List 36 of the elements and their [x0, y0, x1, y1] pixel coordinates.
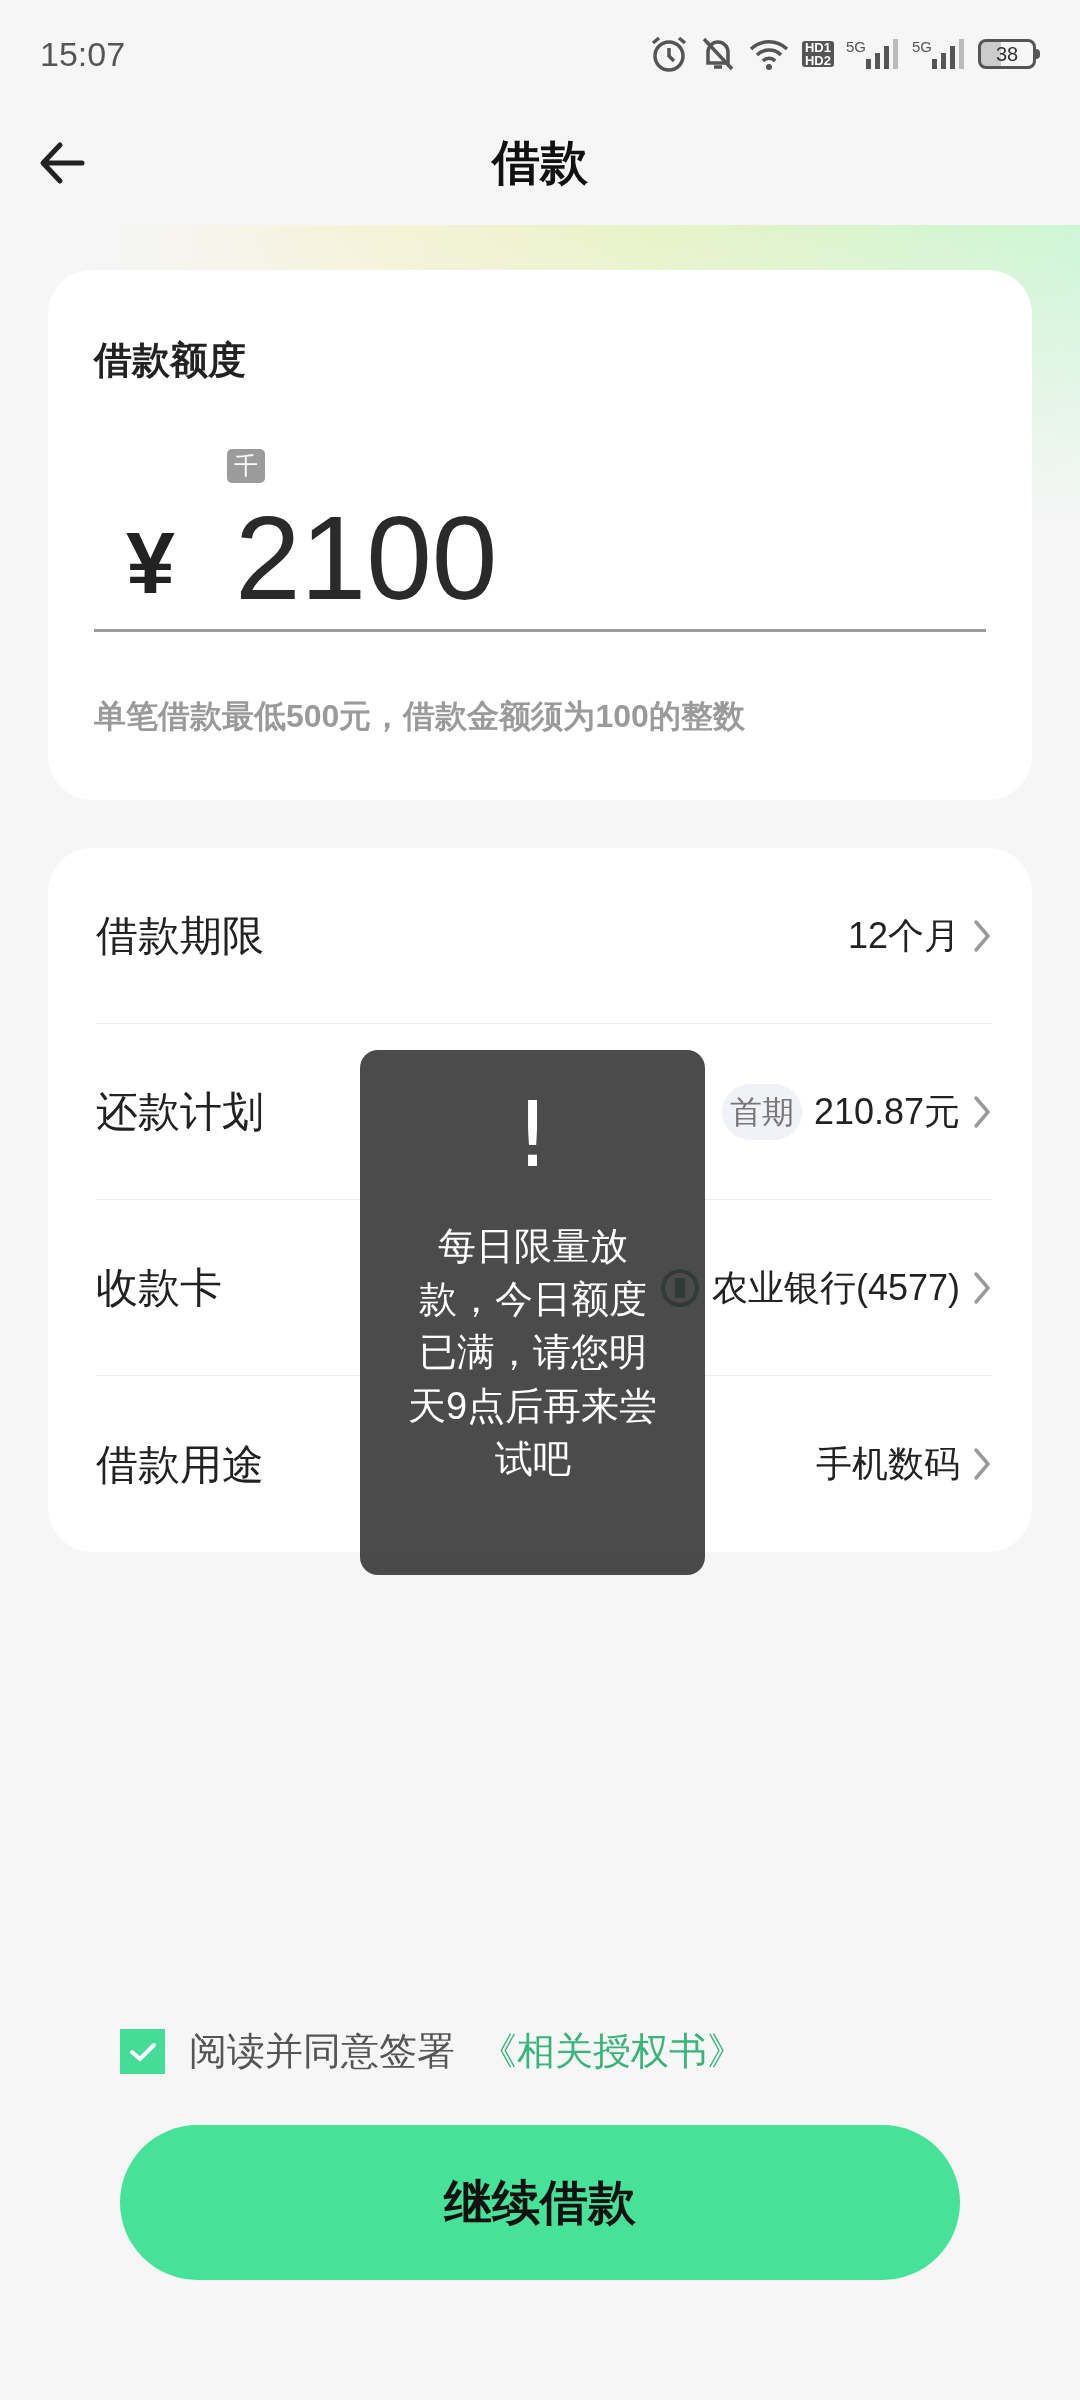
card-title: 借款额度: [94, 338, 246, 383]
option-value: 210.87元: [813, 1089, 960, 1134]
option-label: 还款计划: [96, 1087, 264, 1137]
option-selector[interactable]: 手机数码: [816, 1437, 992, 1491]
warning-icon: !: [514, 1090, 551, 1180]
option-label: 收款卡: [96, 1263, 222, 1313]
check-icon: [128, 2040, 157, 2063]
chevron-right-icon: [972, 917, 992, 954]
first-period-badge: 首期: [721, 1083, 802, 1140]
wifi-icon: [747, 37, 790, 71]
hd-badge: HD1 HD2: [801, 41, 834, 67]
option-value: 12个月: [847, 913, 960, 958]
chevron-right-icon: [972, 1446, 992, 1482]
option-value: 农业银行(4577): [711, 1265, 960, 1310]
signal-icon: [932, 39, 966, 69]
currency-symbol: ¥: [126, 519, 175, 607]
toast-message: 每日限量放款，今日额度已满，请您明天9点后再来尝试吧: [406, 1224, 659, 1482]
chevron-right-icon: [972, 1269, 992, 1306]
chevron-right-icon: [972, 1093, 992, 1130]
option-label: 借款期限: [96, 911, 264, 961]
signal-icon: [866, 39, 900, 69]
option-value: 手机数码: [816, 1442, 960, 1486]
agreement-checkbox[interactable]: [120, 2029, 165, 2074]
status-time: 15:07: [40, 33, 126, 75]
continue-button[interactable]: 继续借款: [120, 2125, 960, 2280]
option-selector[interactable]: 首期 210.87元: [721, 1083, 992, 1140]
alarm-clock-icon: [649, 35, 688, 73]
option-label: 借款用途: [96, 1439, 264, 1490]
option-selector[interactable]: 12个月: [847, 908, 992, 963]
network-label: 5G: [845, 39, 866, 54]
page-title: 借款: [492, 134, 588, 191]
unit-hint-tag: 千: [226, 449, 265, 483]
agreement-text: 阅读并同意签署: [189, 2029, 455, 2074]
amount-rule-note: 单笔借款最低500元，借款金额须为100的整数: [94, 697, 746, 736]
amount-input[interactable]: 2100: [234, 492, 498, 624]
network-label: 5G: [912, 39, 932, 54]
